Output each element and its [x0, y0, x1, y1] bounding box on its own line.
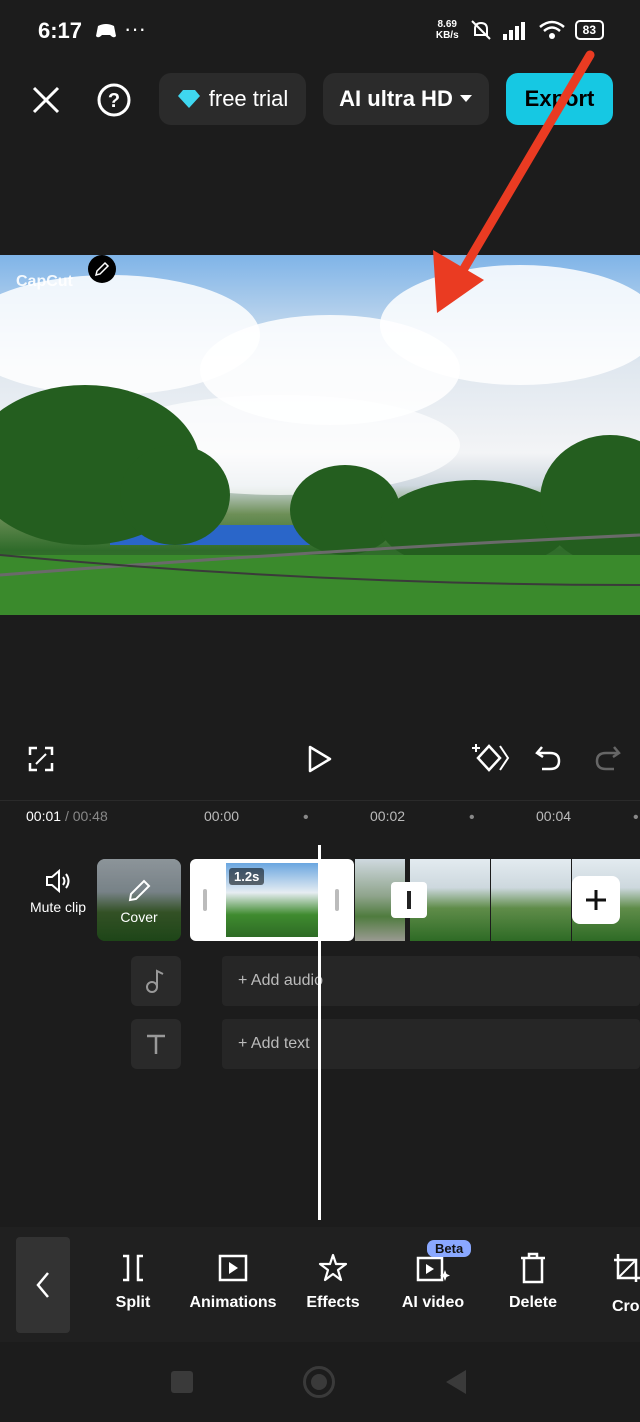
home-dot-icon [311, 1374, 327, 1390]
trash-icon [521, 1252, 545, 1284]
animations-icon [218, 1254, 248, 1282]
crop-icon [614, 1254, 640, 1282]
ruler-tick: 00:00 [204, 808, 240, 824]
effects-tool[interactable]: Effects [283, 1250, 383, 1312]
crop-tool[interactable]: Cro [583, 1250, 640, 1316]
undo-button[interactable] [534, 744, 562, 777]
trim-handle-left[interactable] [203, 889, 207, 911]
ruler-tick: 00:04 [536, 808, 572, 824]
ruler-dot: • [633, 809, 639, 826]
transition-icon [407, 891, 411, 909]
home-nav-button[interactable] [303, 1366, 335, 1398]
add-clip-button[interactable] [572, 876, 620, 924]
plus-icon [586, 890, 606, 910]
ruler-dot: • [469, 809, 475, 826]
text-icon [147, 1034, 165, 1054]
split-icon [123, 1254, 143, 1282]
delete-tool[interactable]: Delete [483, 1250, 583, 1312]
mute-clip-button[interactable]: Mute clip [28, 868, 88, 915]
effects-star-icon [318, 1253, 348, 1282]
split-tool[interactable]: Split [83, 1250, 183, 1312]
cover-button[interactable]: Cover [97, 859, 181, 941]
play-icon [308, 745, 332, 773]
recents-nav-button[interactable] [171, 1371, 193, 1393]
fullscreen-button[interactable] [28, 746, 54, 777]
add-audio-button[interactable]: + Add audio [222, 956, 640, 1006]
ruler-dot: • [303, 809, 309, 826]
transition-button[interactable] [391, 882, 427, 918]
ruler-tick: 00:02 [370, 808, 406, 824]
speaker-icon [46, 868, 70, 894]
add-text-button[interactable]: + Add text [222, 1019, 640, 1069]
fullscreen-icon [28, 746, 54, 772]
chevron-left-icon [36, 1272, 49, 1298]
audio-track-icon-button[interactable] [131, 956, 181, 1006]
triangle-back-icon [446, 1370, 466, 1394]
text-track-icon-button[interactable] [131, 1019, 181, 1069]
playhead[interactable] [318, 845, 321, 1220]
keyframe-button[interactable] [472, 742, 510, 779]
music-note-icon [146, 969, 164, 993]
timecode: 00:01 / 00:48 [26, 808, 108, 824]
clip-duration-badge: 1.2s [229, 868, 265, 885]
trim-handle-right[interactable] [335, 889, 339, 911]
back-nav-button[interactable] [444, 1368, 468, 1401]
back-button[interactable] [16, 1237, 70, 1333]
redo-icon [595, 746, 621, 771]
animations-tool[interactable]: Animations [183, 1250, 283, 1312]
play-button[interactable] [306, 744, 334, 779]
beta-badge: Beta [427, 1240, 472, 1257]
keyframe-icon [472, 744, 510, 772]
ruler-divider [0, 800, 640, 801]
timeline-clip[interactable] [491, 859, 571, 941]
ai-video-tool[interactable]: AI video [383, 1250, 483, 1312]
redo-button[interactable] [594, 744, 622, 777]
pencil-icon [128, 879, 151, 902]
undo-icon [535, 746, 561, 771]
